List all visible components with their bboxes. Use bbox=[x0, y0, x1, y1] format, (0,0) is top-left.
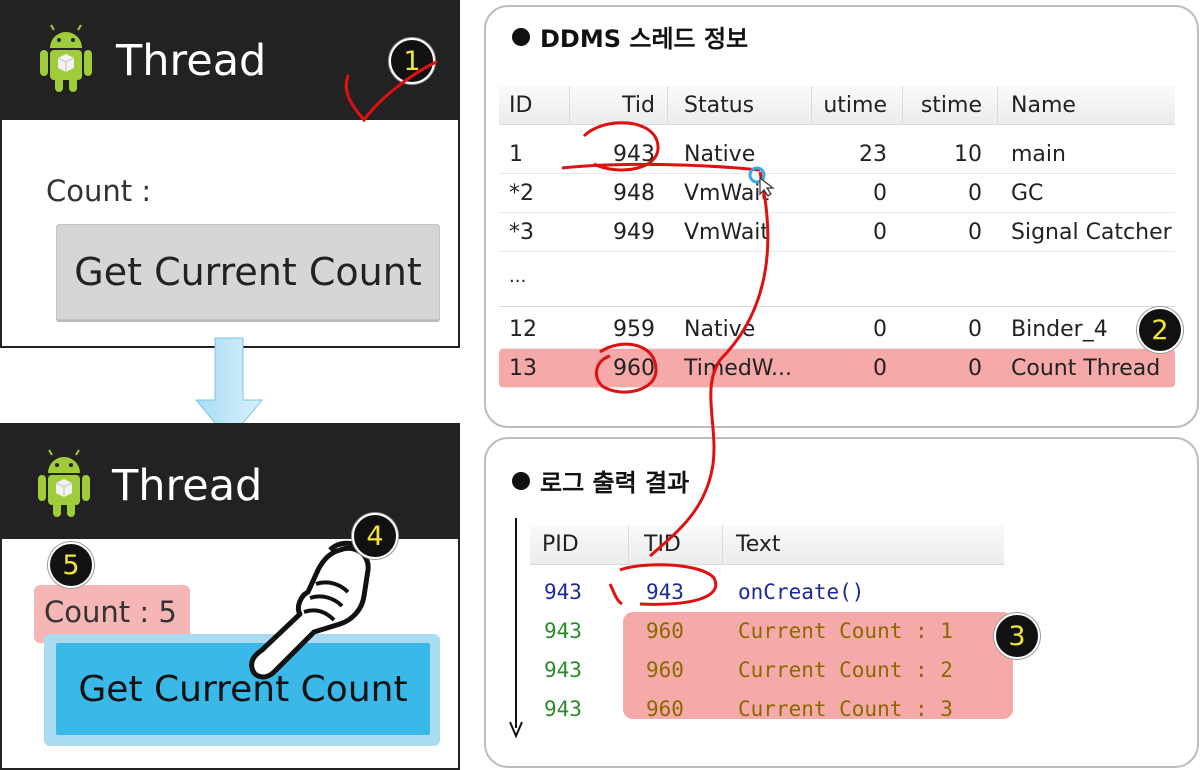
cell-utime: 0 bbox=[873, 317, 887, 342]
cell-utime: 0 bbox=[873, 181, 887, 206]
cell-text: onCreate() bbox=[738, 580, 865, 604]
column-header[interactable]: PID bbox=[542, 532, 579, 557]
ellipsis-text: ... bbox=[509, 266, 527, 287]
cell-tid: 948 bbox=[613, 181, 655, 206]
table-row[interactable]: 12 959 Native 0 0 Binder_4 bbox=[499, 310, 1175, 349]
log-title-text: 로그 출력 결과 bbox=[540, 469, 690, 497]
column-header[interactable]: Tid bbox=[622, 93, 655, 118]
get-current-count-button[interactable]: Get Current Count bbox=[56, 224, 440, 320]
cell-tid: 943 bbox=[613, 142, 655, 167]
cell-pid: 943 bbox=[544, 619, 582, 643]
column-header[interactable]: Name bbox=[1011, 93, 1076, 118]
cell-utime: 0 bbox=[873, 220, 887, 245]
step-badge: 2 bbox=[1137, 307, 1183, 353]
cell-pid: 943 bbox=[544, 658, 582, 682]
cell-name: Binder_4 bbox=[1011, 317, 1108, 342]
cell-pid: 943 bbox=[544, 580, 582, 604]
cell-tid: 960 bbox=[646, 658, 684, 682]
android-app-icon bbox=[32, 449, 96, 525]
scroll-down-arrow-icon bbox=[508, 518, 524, 742]
table-row-highlighted[interactable]: 13 960 TimedW... 0 0 Count Thread bbox=[499, 349, 1175, 388]
cell-text: Current Count : 3 bbox=[738, 697, 953, 721]
cell-stime: 0 bbox=[968, 317, 982, 342]
cell-tid: 960 bbox=[646, 697, 684, 721]
pointing-hand-icon bbox=[244, 540, 384, 694]
step-badge: 5 bbox=[48, 542, 94, 588]
log-table-header: PID TID Text bbox=[530, 525, 1004, 565]
table-header-row: ID Tid Status utime stime Name bbox=[499, 86, 1175, 125]
count-label: Count : 5 bbox=[44, 595, 177, 629]
android-app-icon bbox=[34, 24, 98, 100]
ddms-title-text: DDMS 스레드 정보 bbox=[540, 25, 749, 53]
cell-stime: 10 bbox=[954, 142, 982, 167]
cell-status: Native bbox=[684, 142, 756, 167]
cell-status: Native bbox=[684, 317, 756, 342]
cell-status: VmWait bbox=[684, 220, 770, 245]
bullet-icon bbox=[512, 471, 530, 490]
cell-stime: 0 bbox=[968, 356, 982, 381]
cell-id: 1 bbox=[509, 142, 523, 167]
cell-id: 13 bbox=[509, 356, 537, 381]
column-header[interactable]: stime bbox=[921, 93, 982, 118]
cell-tid: 960 bbox=[613, 356, 655, 381]
table-row[interactable]: *3 949 VmWait 0 0 Signal Catcher bbox=[499, 213, 1175, 252]
column-header[interactable]: TID bbox=[644, 532, 681, 557]
cell-stime: 0 bbox=[968, 220, 982, 245]
cell-tid: 943 bbox=[646, 580, 684, 604]
cell-id: 12 bbox=[509, 317, 537, 342]
cell-name: Signal Catcher bbox=[1011, 220, 1172, 245]
phone-screen-after: Thread Count : 5 Get Current Count bbox=[0, 423, 460, 770]
cell-id: *2 bbox=[509, 181, 534, 206]
count-label: Count : bbox=[46, 174, 152, 208]
panel-title: 로그 출력 결과 bbox=[512, 463, 689, 498]
panel-title: DDMS 스레드 정보 bbox=[512, 19, 748, 54]
step-badge: 3 bbox=[994, 613, 1040, 659]
cell-name: Count Thread bbox=[1011, 356, 1161, 381]
cell-name: GC bbox=[1011, 181, 1044, 206]
cell-status: TimedW... bbox=[684, 356, 793, 381]
cell-name: main bbox=[1011, 142, 1066, 167]
cell-tid: 959 bbox=[613, 317, 655, 342]
cell-text: Current Count : 1 bbox=[738, 619, 953, 643]
table-row-ellipsis: ... bbox=[499, 252, 1175, 307]
step-badge: 1 bbox=[389, 38, 435, 84]
mouse-cursor-icon bbox=[748, 166, 778, 200]
table-row[interactable]: 1 943 Native 23 10 main bbox=[499, 135, 1175, 174]
cell-pid: 943 bbox=[544, 697, 582, 721]
bullet-icon bbox=[512, 27, 530, 46]
cell-tid: 960 bbox=[646, 619, 684, 643]
app-title: Thread bbox=[116, 36, 267, 86]
column-header[interactable]: utime bbox=[823, 93, 887, 118]
cell-text: Current Count : 2 bbox=[738, 658, 953, 682]
column-header[interactable]: Text bbox=[736, 532, 781, 557]
cell-utime: 23 bbox=[859, 142, 887, 167]
column-header[interactable]: ID bbox=[509, 93, 532, 118]
cell-utime: 0 bbox=[873, 356, 887, 381]
app-title: Thread bbox=[112, 461, 263, 511]
column-header[interactable]: Status bbox=[684, 93, 754, 118]
step-badge: 4 bbox=[352, 513, 398, 559]
table-row[interactable]: *2 948 VmWait 0 0 GC bbox=[499, 174, 1175, 213]
cell-stime: 0 bbox=[968, 181, 982, 206]
cell-id: *3 bbox=[509, 220, 534, 245]
cell-tid: 949 bbox=[613, 220, 655, 245]
